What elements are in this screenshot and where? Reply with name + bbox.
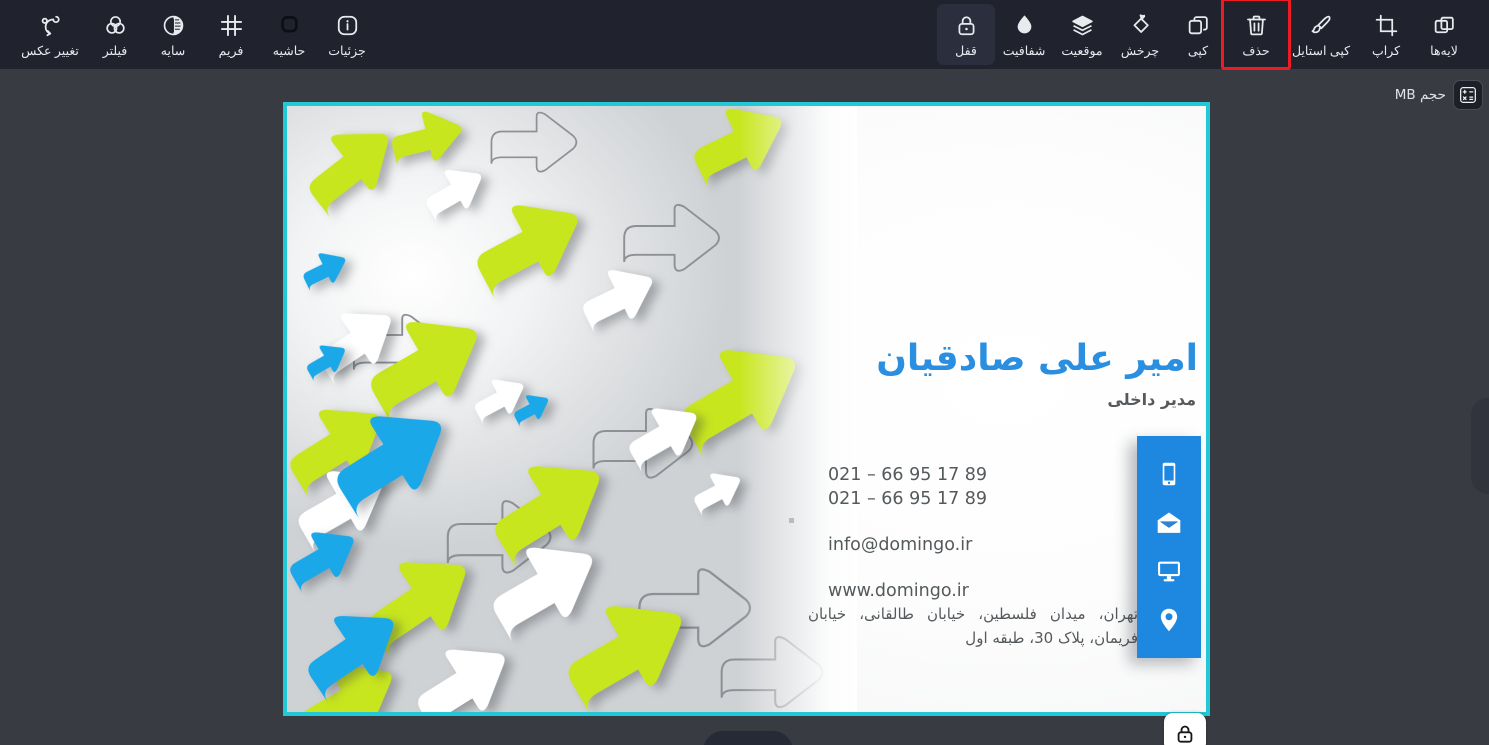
droplet-icon [1012, 13, 1037, 38]
crop-icon [1374, 13, 1399, 38]
card-text-panel: امیر علی صادقیان مدیر داخلی 021 – 66 95 … [802, 106, 1206, 712]
tool-label: لایه‌ها [1430, 44, 1458, 58]
tool-change-image[interactable]: تغییر عکس [14, 4, 86, 65]
toolbar-object-tools: لایه‌ها کراپ کپی استای [937, 0, 1489, 70]
map-pin-icon [1155, 606, 1183, 634]
lock-icon [954, 13, 979, 38]
tool-copy-style[interactable]: کپی استایل [1285, 4, 1357, 65]
tool-label: فریم [218, 44, 244, 58]
tool-layers[interactable]: لایه‌ها [1415, 4, 1473, 65]
card-role: مدیر داخلی [1107, 390, 1196, 409]
tool-border[interactable]: حاشیه [260, 4, 318, 65]
tool-delete[interactable]: حذف [1221, 0, 1291, 70]
phone-icon [1155, 460, 1183, 488]
tool-label: شفافیت [1002, 44, 1046, 58]
card-icon-bar [1137, 436, 1201, 658]
right-edge-handle[interactable] [1471, 398, 1489, 494]
tool-label: کپی [1187, 44, 1209, 58]
toolbar-appearance-tools: جزئیات حاشیه فریم سایه فیلتر تغییر عکس [0, 0, 376, 69]
card-website: www.domingo.ir [828, 581, 969, 602]
image-speck [789, 518, 794, 523]
card-email: info@domingo.ir [828, 535, 973, 556]
tool-copy[interactable]: کپی [1169, 4, 1227, 65]
monitor-icon [1155, 557, 1183, 585]
top-toolbar: لایه‌ها کراپ کپی استای [0, 0, 1489, 70]
calculator-icon [1453, 80, 1483, 110]
tool-label: جزئیات [328, 44, 366, 58]
filter-circles-icon [103, 13, 128, 38]
rounded-square-icon [277, 13, 302, 38]
brush-icon [1309, 13, 1334, 38]
stack-icon [1070, 13, 1095, 38]
tool-label: سایه [160, 44, 186, 58]
tool-shadow[interactable]: سایه [144, 4, 202, 65]
shadow-circle-icon [161, 13, 186, 38]
trash-icon [1244, 13, 1269, 38]
tool-label: موقعیت [1061, 44, 1103, 58]
arrow-artwork [287, 106, 857, 712]
tool-lock[interactable]: قفل [937, 4, 995, 65]
lock-icon [1174, 723, 1196, 745]
tool-rotate[interactable]: چرخش [1111, 4, 1169, 65]
file-size-label: حجم MB [1394, 87, 1446, 103]
tool-label: چرخش [1120, 44, 1160, 58]
tool-position[interactable]: موقعیت [1053, 4, 1111, 65]
file-size-badge[interactable]: حجم MB [1395, 80, 1483, 110]
duplicate-icon [1186, 13, 1211, 38]
tool-label: تغییر عکس [21, 44, 79, 58]
card-phone-1: 021 – 66 95 17 89 [828, 465, 988, 485]
lock-toggle-button[interactable] [1164, 713, 1206, 745]
swap-arrows-icon [38, 13, 63, 38]
card-name: امیر علی صادقیان [876, 338, 1198, 379]
tool-label: فیلتر [102, 44, 128, 58]
tool-label: کراپ [1371, 44, 1401, 58]
layers-icon [1432, 13, 1457, 38]
tool-frame[interactable]: فریم [202, 4, 260, 65]
tool-label: حاشیه [272, 44, 306, 58]
arrow-shape [288, 242, 360, 309]
envelope-icon [1155, 509, 1183, 537]
card-contact-lines: 021 – 66 95 17 89 021 – 66 95 17 89 info… [828, 463, 1128, 604]
tool-details[interactable]: جزئیات [318, 4, 376, 65]
business-card-image[interactable]: امیر علی صادقیان مدیر داخلی 021 – 66 95 … [287, 106, 1206, 712]
canvas-area[interactable]: امیر علی صادقیان مدیر داخلی 021 – 66 95 … [283, 102, 1210, 716]
card-address: تهران، میدان فلسطین، خیابان طالقانی، خیا… [808, 605, 1138, 647]
frame-grid-icon [219, 13, 244, 38]
bottom-panel-peek[interactable] [703, 731, 793, 745]
card-phone-2: 021 – 66 95 17 89 [828, 489, 988, 510]
rotate-icon [1128, 13, 1153, 38]
info-icon [335, 13, 360, 38]
tool-label: کپی استایل [1291, 44, 1351, 58]
tool-opacity[interactable]: شفافیت [995, 4, 1053, 65]
tool-label: حذف [1242, 44, 1270, 58]
tool-label: قفل [955, 44, 977, 58]
image-editor-screen: لایه‌ها کراپ کپی استای [0, 0, 1489, 745]
tool-crop[interactable]: کراپ [1357, 4, 1415, 65]
tool-filter[interactable]: فیلتر [86, 4, 144, 65]
